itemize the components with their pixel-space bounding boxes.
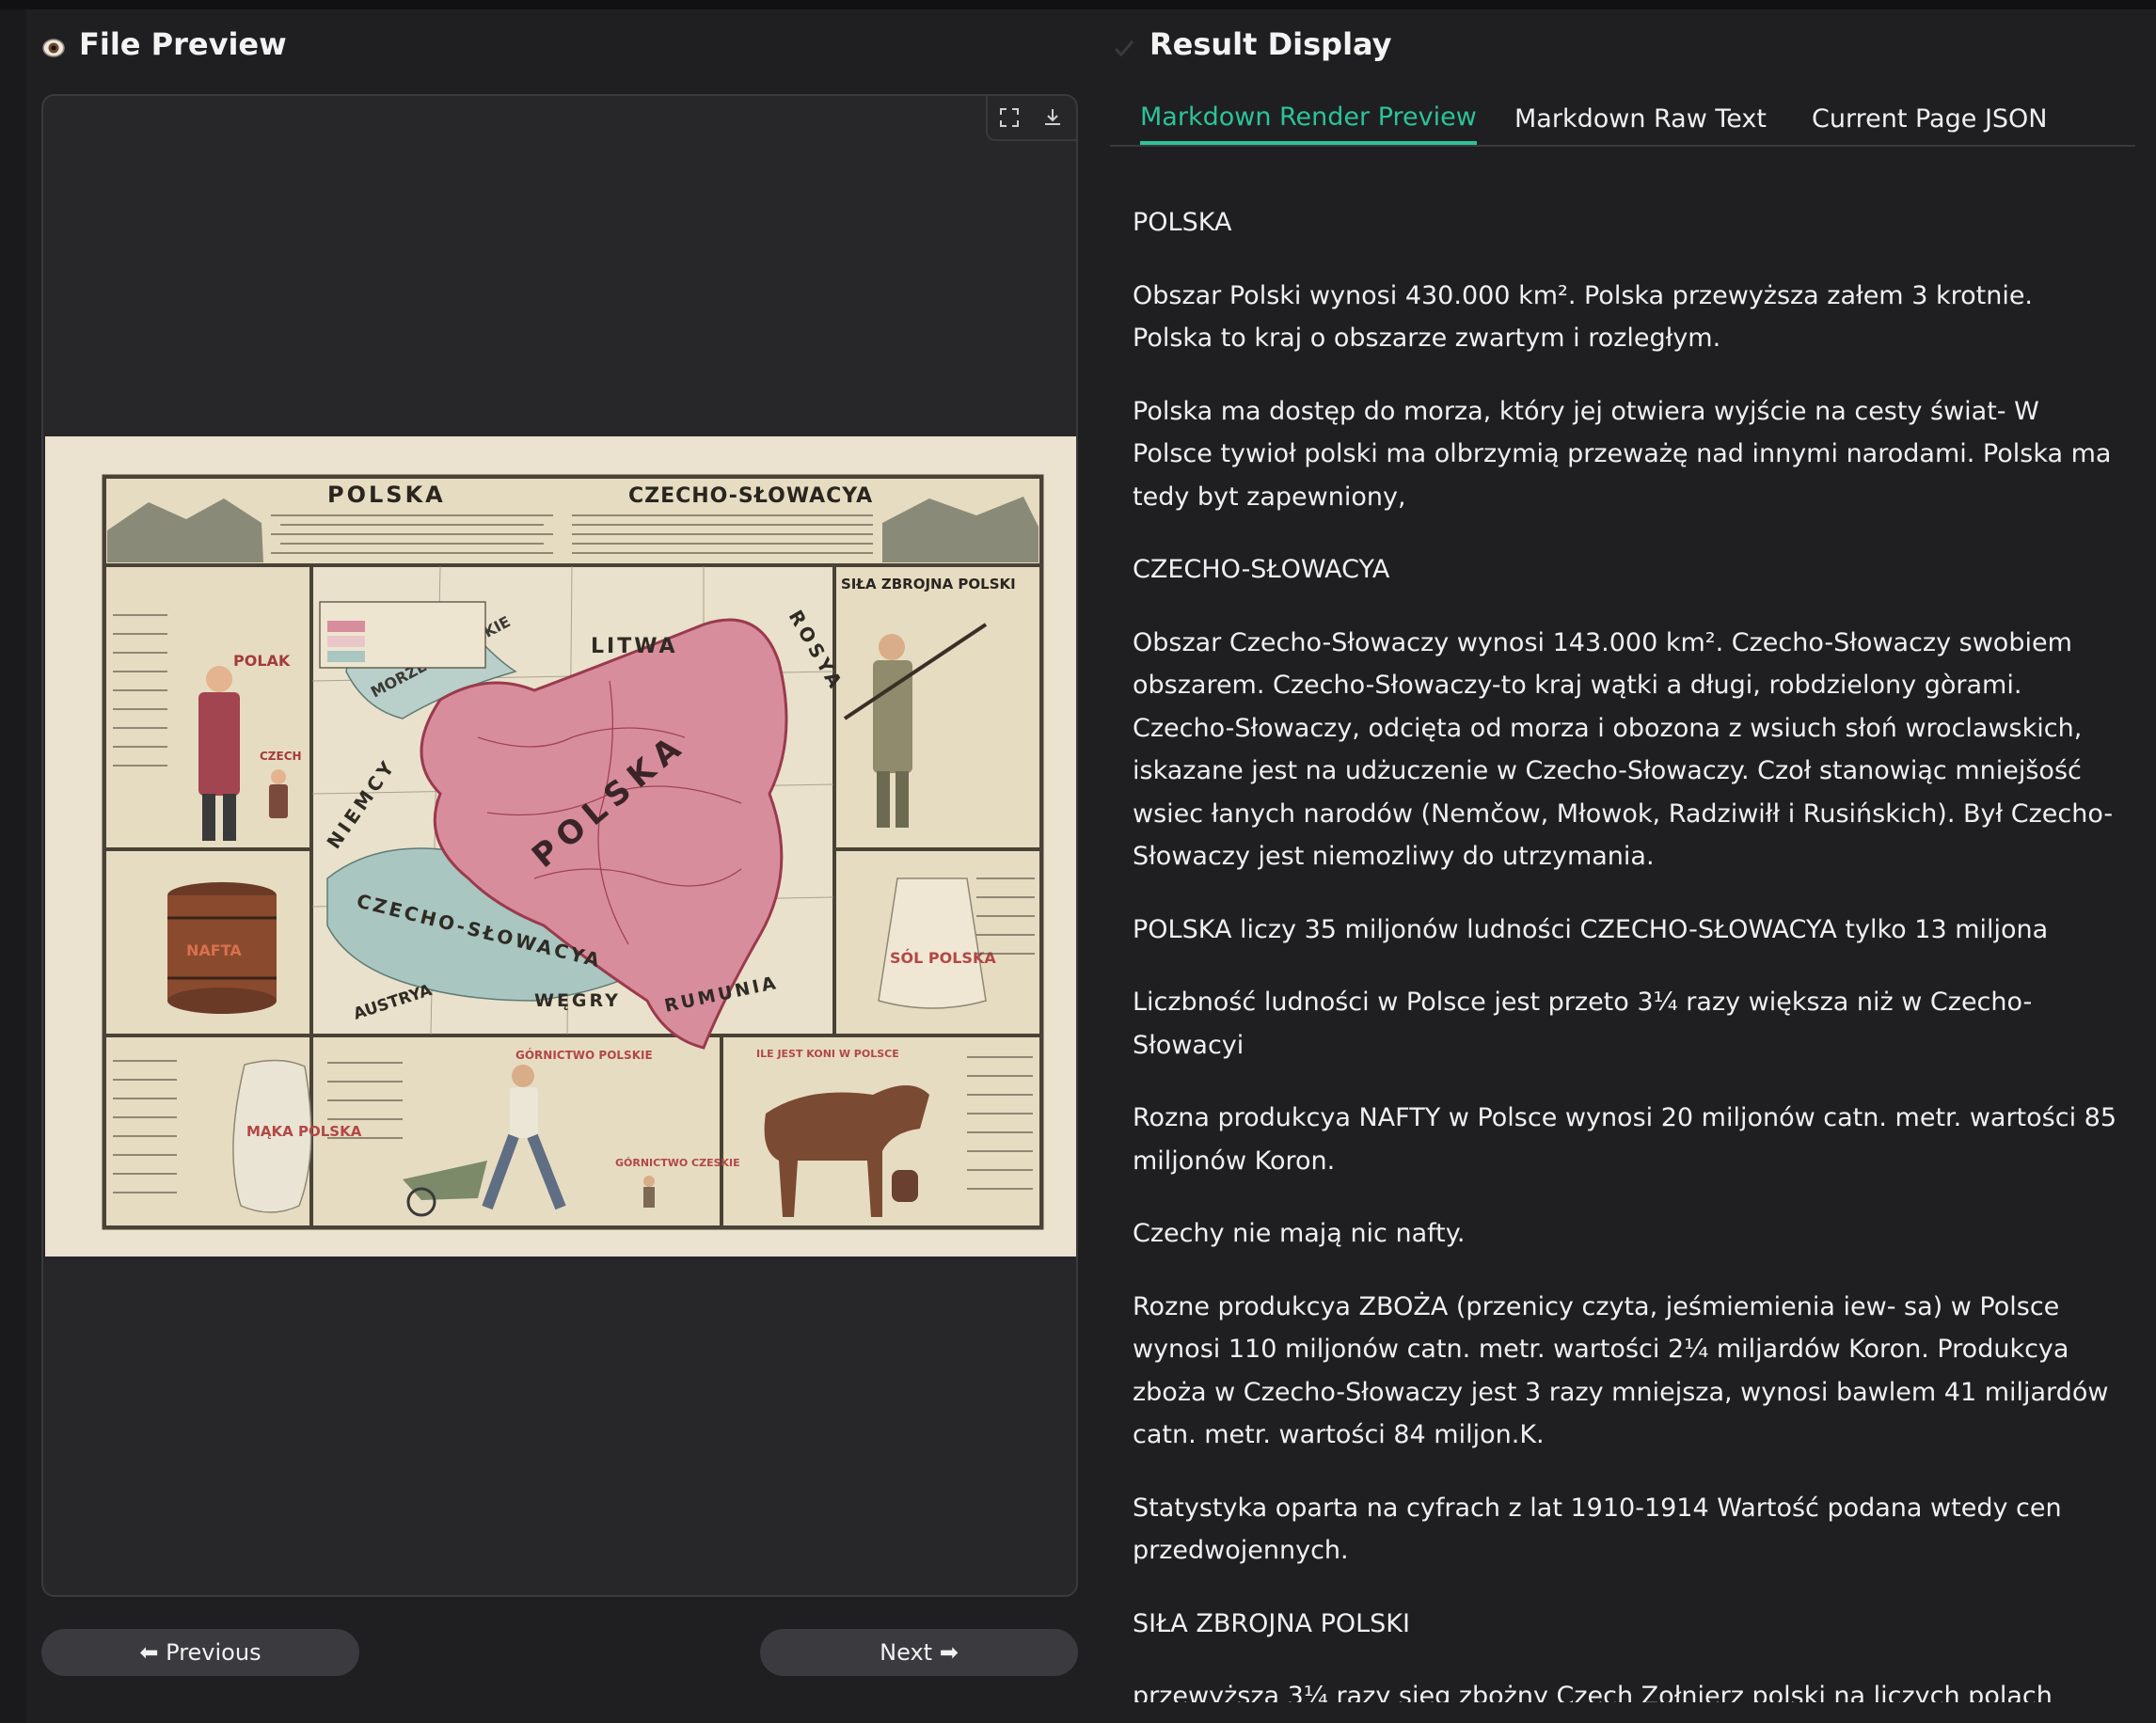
preview-toolbar bbox=[986, 96, 1076, 141]
md-paragraph: POLSKA bbox=[1133, 208, 1232, 237]
konie-label: ILE JEST KONI W POLSCE bbox=[756, 1048, 899, 1060]
tab-markdown-raw-text[interactable]: Markdown Raw Text bbox=[1514, 92, 1767, 145]
result-display-title: Result Display bbox=[1149, 26, 1392, 62]
tab-markdown-render-preview[interactable]: Markdown Render Preview bbox=[1140, 92, 1477, 145]
czech-label: CZECH bbox=[260, 750, 302, 763]
file-preview-title: File Preview bbox=[79, 26, 287, 62]
nafta-label: NAFTA bbox=[186, 941, 242, 959]
download-icon bbox=[1045, 109, 1060, 125]
download-button[interactable] bbox=[1031, 96, 1074, 139]
gornictwo-czeskie-label: GÓRNICTWO CZESKIE bbox=[615, 1157, 740, 1169]
md-paragraph: Obszar Polski wynosi 430.000 km². Polska… bbox=[1133, 280, 2034, 354]
md-paragraph: Rozna produkcya NAFTY w Polsce wynosi 20… bbox=[1133, 1103, 2117, 1176]
polak-label: POLAK bbox=[233, 652, 291, 670]
gornictwo-polskie-label: GÓRNICTWO POLSKIE bbox=[515, 1048, 653, 1062]
markdown-preview: POLSKA Obszar Polski wynosi 430.000 km².… bbox=[1133, 201, 2120, 1702]
salt-label: SÓL POLSKA bbox=[890, 949, 996, 967]
md-paragraph: CZECHO-SŁOWACYA bbox=[1133, 555, 1390, 584]
md-paragraph: SIŁA ZBROJNA POLSKI bbox=[1133, 1608, 1410, 1638]
md-paragraph: Rozne produkcya ZBOŻA (przenicy czyta, j… bbox=[1133, 1291, 2109, 1450]
tab-current-page-json[interactable]: Current Page JSON bbox=[1812, 92, 2048, 145]
md-paragraph: Czechy nie mają nic nafty. bbox=[1133, 1219, 1466, 1248]
map-headline-polska: POLSKA bbox=[327, 482, 446, 508]
result-tabs: Markdown Render Preview Markdown Raw Tex… bbox=[1110, 92, 2135, 147]
sila-zbrojna-label: SIŁA ZBROJNA POLSKI bbox=[841, 576, 1016, 593]
check-icon bbox=[1112, 32, 1136, 57]
file-preview-box: POLSKA CZECHO-SŁOWACYA MORZE POLSKA LITW… bbox=[41, 94, 1078, 1597]
map-label-wegry: WĘGRY bbox=[534, 990, 621, 1011]
md-paragraph: przewyższa 3¼ razy sięg zbożny Czech Zoł… bbox=[1133, 1682, 2053, 1702]
flour-label: MĄKA POLSKA bbox=[246, 1123, 362, 1140]
document-image: POLSKA CZECHO-SŁOWACYA MORZE POLSKA LITW… bbox=[45, 436, 1076, 1257]
md-paragraph: Obszar Czecho-Słowaczy wynosi 143.000 km… bbox=[1133, 627, 2114, 872]
nafta-barrel: NAFTA bbox=[167, 882, 277, 1014]
top-strip bbox=[0, 0, 2156, 9]
map-label-litwa: LITWA bbox=[591, 635, 678, 658]
previous-button[interactable]: ⬅ Previous bbox=[41, 1629, 359, 1676]
map-headline-czecho: CZECHO-SŁOWACYA bbox=[628, 484, 873, 508]
result-display-header: Result Display bbox=[1112, 21, 1392, 68]
md-paragraph: Liczbność ludności w Polsce jest przeto … bbox=[1133, 988, 2033, 1060]
fullscreen-button[interactable] bbox=[988, 96, 1031, 139]
eye-icon bbox=[41, 32, 66, 57]
fullscreen-icon bbox=[1000, 108, 1019, 127]
md-paragraph: POLSKA liczy 35 miljonów ludności CZECHO… bbox=[1133, 914, 2049, 944]
md-paragraph: Polska ma dostęp do morza, który jej otw… bbox=[1133, 396, 2112, 512]
md-paragraph: Statystyka oparta na cyfrach z lat 1910-… bbox=[1133, 1493, 2062, 1566]
next-button[interactable]: Next ➡ bbox=[760, 1629, 1078, 1676]
file-preview-header: File Preview bbox=[41, 21, 287, 68]
